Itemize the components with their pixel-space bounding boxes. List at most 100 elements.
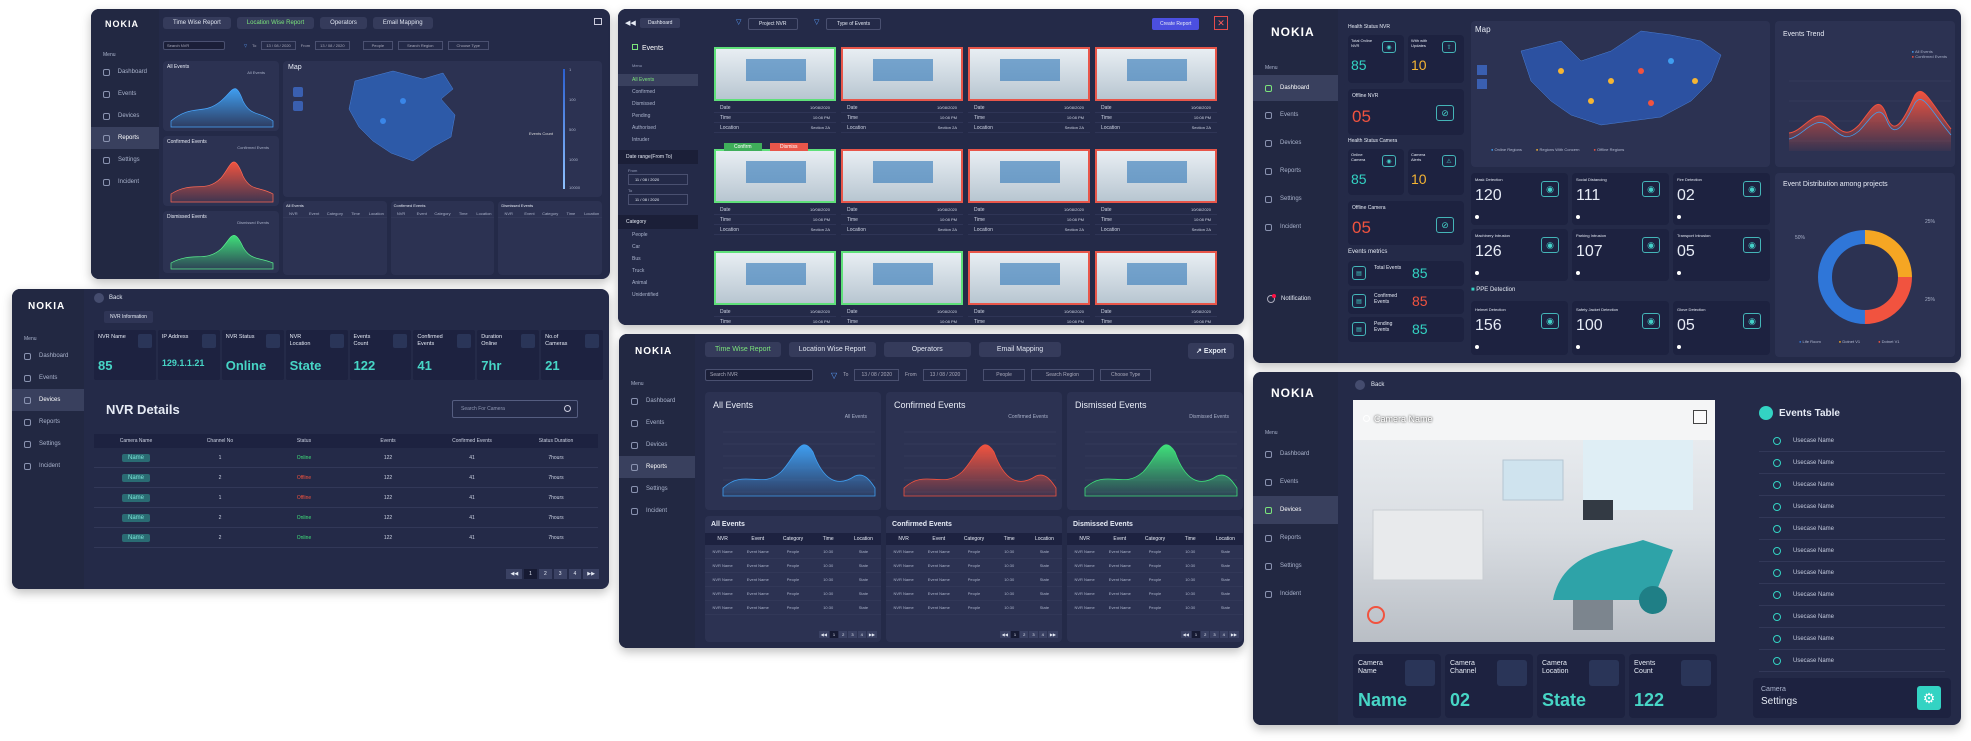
export-button[interactable]: ↗ Export — [1188, 343, 1234, 359]
category-item[interactable]: Bus — [618, 253, 698, 265]
nav-reports[interactable]: Reports — [12, 411, 84, 433]
usecase-row[interactable]: Usecase Name — [1759, 650, 1945, 672]
event-thumbnail[interactable] — [968, 149, 1090, 203]
nav-incident[interactable]: Incident — [1253, 213, 1338, 241]
people-select[interactable]: People — [983, 369, 1025, 381]
nav-events[interactable]: Events — [1253, 101, 1338, 129]
event-thumbnail[interactable] — [1095, 251, 1217, 305]
table-row[interactable]: NVR Name Event Name People 10:30 State — [1067, 601, 1243, 615]
nav-settings[interactable]: Settings — [91, 149, 159, 171]
camera-settings-card[interactable]: Camera Settings ⚙ — [1753, 678, 1951, 718]
to-date-input[interactable]: 13 / 08 / 2020 — [261, 40, 296, 50]
next-page-icon[interactable]: ▶▶ — [866, 631, 877, 638]
camera-name-badge[interactable]: Name — [121, 453, 150, 462]
next-page-icon[interactable]: ▶▶ — [1047, 631, 1058, 638]
table-row[interactable]: NVR Name Event Name People 10:30 State — [886, 601, 1062, 615]
table-row[interactable]: Name 2 Online 122 41 7hours — [94, 528, 598, 548]
nvr-info-tab[interactable]: NVR Information — [104, 311, 153, 323]
nav-devices[interactable]: Devices — [91, 105, 159, 127]
tab-time-wise[interactable]: Time Wise Report — [705, 342, 781, 357]
page-number[interactable]: 4 — [1038, 631, 1047, 638]
to-date-input[interactable]: 11 / 08 / 2020 — [628, 194, 688, 205]
page-number[interactable]: 1 — [1191, 631, 1201, 638]
filter-item[interactable]: Confirmed — [618, 86, 698, 98]
table-row[interactable]: NVR Name Event Name People 10:30 State — [1067, 587, 1243, 601]
dismiss-button[interactable]: Dismiss — [770, 143, 808, 151]
dashboard-breadcrumb[interactable]: Dashboard — [640, 18, 681, 28]
region-input[interactable]: Search Region — [398, 40, 443, 50]
page-number[interactable]: 2 — [839, 631, 848, 638]
page-1[interactable]: 1 — [524, 569, 537, 579]
nav-incident[interactable]: Incident — [1253, 580, 1338, 608]
filter-icon[interactable]: ▽ — [244, 43, 247, 48]
page-number[interactable]: 3 — [1029, 631, 1038, 638]
from-date-input[interactable]: 13 / 08 / 2020 — [315, 40, 350, 50]
confirm-button[interactable]: Confirm — [724, 143, 762, 151]
nav-reports[interactable]: Reports — [1253, 524, 1338, 552]
table-row[interactable]: NVR Name Event Name People 10:30 State — [705, 573, 881, 587]
camera-name-badge[interactable]: Name — [121, 493, 150, 502]
fullscreen-icon[interactable] — [1693, 410, 1707, 424]
back-button[interactable]: Back — [1355, 380, 1384, 390]
collapse-icon[interactable]: ◀◀ — [625, 19, 636, 27]
camera-search-input[interactable]: Search For Camera — [452, 400, 578, 418]
page-number[interactable]: 3 — [848, 631, 857, 638]
usecase-row[interactable]: Usecase Name — [1759, 474, 1945, 496]
event-thumbnail[interactable] — [968, 47, 1090, 101]
table-row[interactable]: NVR Name Event Name People 10:30 State — [886, 587, 1062, 601]
usecase-row[interactable]: Usecase Name — [1759, 496, 1945, 518]
create-report-button[interactable]: Create Report — [1152, 18, 1200, 30]
nav-dashboard[interactable]: Dashboard — [1253, 440, 1338, 468]
search-input[interactable]: Search NVR — [163, 40, 225, 50]
usecase-row[interactable]: Usecase Name — [1759, 606, 1945, 628]
table-row[interactable]: NVR Name Event Name People 10:30 State — [886, 573, 1062, 587]
tab-operators[interactable]: Operators — [320, 17, 367, 29]
nav-incident[interactable]: Incident — [12, 455, 84, 477]
usecase-row[interactable]: Usecase Name — [1759, 430, 1945, 452]
table-row[interactable]: NVR Name Event Name People 10:30 State — [886, 559, 1062, 573]
project-nvr-select[interactable]: Project NVR — [748, 18, 798, 30]
camera-name-badge[interactable]: Name — [121, 513, 150, 522]
page-number[interactable]: 4 — [857, 631, 866, 638]
prev-page-icon[interactable]: ◀◀ — [818, 631, 829, 638]
nav-events[interactable]: Events — [12, 367, 84, 389]
table-row[interactable]: NVR Name Event Name People 10:30 State — [705, 587, 881, 601]
nav-settings[interactable]: Settings — [1253, 552, 1338, 580]
nav-settings[interactable]: Settings — [12, 433, 84, 455]
nav-devices[interactable]: Devices — [1253, 129, 1338, 157]
prev-page-icon[interactable]: ◀◀ — [1180, 631, 1191, 638]
type-select[interactable]: Choose Type — [1099, 369, 1152, 381]
nav-devices[interactable]: Devices — [12, 389, 84, 411]
filter-icon[interactable]: ▽ — [736, 18, 741, 26]
event-thumbnail[interactable] — [841, 47, 963, 101]
filter-icon[interactable]: ▽ — [814, 18, 819, 26]
table-row[interactable]: NVR Name Event Name People 10:30 State — [1067, 573, 1243, 587]
table-row[interactable]: NVR Name Event Name People 10:30 State — [705, 601, 881, 615]
page-number[interactable]: 2 — [1020, 631, 1029, 638]
nav-devices[interactable]: Devices — [1253, 496, 1338, 524]
event-thumbnail[interactable] — [841, 251, 963, 305]
usecase-row[interactable]: Usecase Name — [1759, 452, 1945, 474]
nav-settings[interactable]: Settings — [1253, 185, 1338, 213]
nav-devices[interactable]: Devices — [619, 434, 695, 456]
table-row[interactable]: NVR Name Event Name People 10:30 State — [705, 559, 881, 573]
tab-operators[interactable]: Operators — [883, 342, 971, 357]
page-4[interactable]: 4 — [568, 569, 582, 579]
table-row[interactable]: Name 2 Online 122 41 7hours — [94, 508, 598, 528]
page-3[interactable]: 3 — [553, 569, 567, 579]
category-item[interactable]: Animal — [618, 277, 698, 289]
nav-reports[interactable]: Reports — [619, 456, 695, 478]
category-item[interactable]: Unidentified — [618, 289, 698, 301]
type-events-select[interactable]: Type of Events — [826, 18, 882, 30]
to-date-input[interactable]: 13 / 08 / 2020 — [854, 369, 900, 381]
tab-email-mapping[interactable]: Email Mapping — [978, 342, 1062, 357]
usecase-row[interactable]: Usecase Name — [1759, 562, 1945, 584]
page-number[interactable]: 1 — [1010, 631, 1020, 638]
filter-item[interactable]: Pending — [618, 110, 698, 122]
usecase-row[interactable]: Usecase Name — [1759, 518, 1945, 540]
camera-name-badge[interactable]: Name — [121, 473, 150, 482]
camera-name-badge[interactable]: Name — [121, 533, 150, 542]
category-item[interactable]: Car — [618, 241, 698, 253]
people-select[interactable]: People — [362, 40, 394, 50]
page-number[interactable]: 1 — [829, 631, 839, 638]
